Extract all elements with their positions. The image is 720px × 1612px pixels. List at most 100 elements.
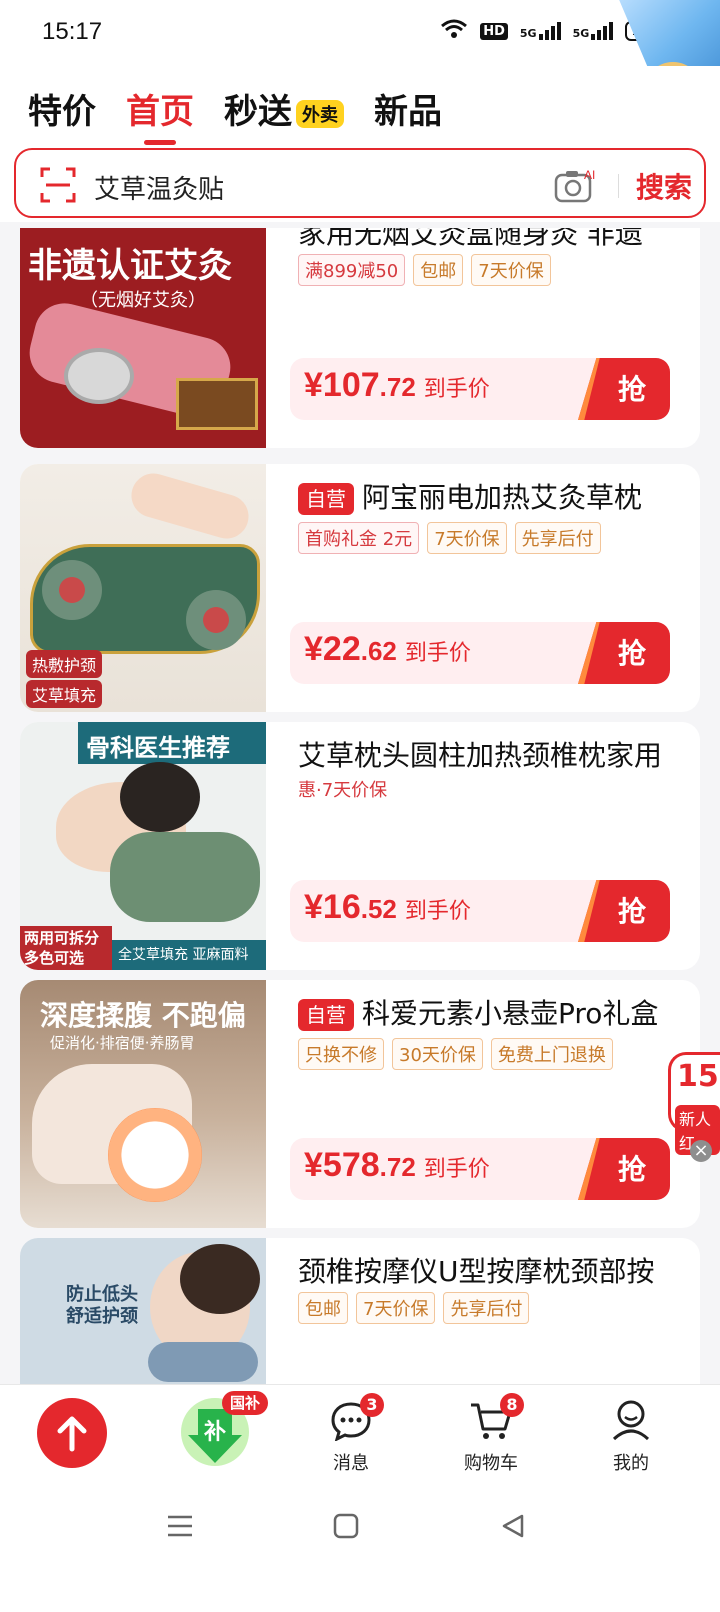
product-card[interactable]: 非遗认证艾灸 （无烟好艾灸） 家用无烟艾灸盒随身灸 非遗 满899减50 包邮 … [20, 228, 700, 448]
product-tags: 首购礼金 2元 7天价保 先享后付 [298, 522, 601, 554]
menu-icon[interactable] [166, 1514, 194, 1538]
self-run-badge: 自营 [298, 483, 354, 515]
certificate-image [176, 378, 258, 430]
nav-messages[interactable]: 3 消息 [296, 1385, 406, 1489]
back-icon[interactable] [500, 1513, 526, 1539]
product-tag: 7天价保 [427, 522, 507, 554]
camera-icon[interactable]: AI [554, 167, 596, 203]
product-tag: 7天价保 [471, 254, 551, 286]
product-image-badge: 热敷护颈 [26, 650, 103, 678]
search-bar[interactable]: 艾草温灸贴 AI 搜索 [14, 148, 706, 218]
product-image-headline: 非遗认证艾灸 [28, 246, 232, 286]
product-photo-hair [180, 1244, 260, 1314]
grab-label: 抢 [617, 373, 646, 406]
new-user-redpacket[interactable]: 15 新人红 [668, 1052, 720, 1155]
signal-icon-2: 5G [573, 22, 614, 40]
product-tags: 惠·7天价保 [298, 776, 387, 802]
product-image[interactable]: 深度揉腹 不跑偏 促消化·排宿便·养肠胃 [20, 980, 266, 1228]
product-image-badge: 艾草填充 [26, 680, 103, 708]
cart-count-badge: 8 [500, 1393, 524, 1417]
product-price: ¥22.62 到手价 [304, 630, 471, 668]
product-photo-pillow [110, 832, 260, 922]
nav-label: 购物车 [464, 1453, 518, 1474]
hd-icon: HD [480, 22, 508, 40]
nav-label: 我的 [613, 1453, 649, 1474]
bottom-nav: 补 国补 3 消息 8 购物车 我的 [0, 1384, 720, 1488]
tab-new[interactable]: 新品 [374, 84, 442, 133]
clock: 15:17 [42, 18, 103, 45]
product-image-subline: 舒适护颈 [66, 1306, 138, 1327]
product-tag: 首购礼金 2元 [298, 522, 420, 554]
close-icon[interactable]: × [690, 1140, 712, 1162]
product-image-subline: （无烟好艾灸） [80, 290, 206, 311]
product-title[interactable]: 颈椎按摩仪U型按摩枕颈部按 [298, 1254, 684, 1290]
price-box[interactable]: ¥22.62 到手价 抢 [290, 622, 670, 684]
product-tags: 包邮 7天价保 先享后付 [298, 1292, 530, 1324]
product-tag: 满899减50 [298, 254, 406, 286]
product-tag: 免费上门退换 [490, 1038, 613, 1070]
nav-subsidy[interactable]: 补 国补 [160, 1385, 270, 1489]
grab-label: 抢 [617, 1153, 646, 1186]
search-input[interactable]: 艾草温灸贴 [94, 169, 224, 206]
product-tag: 包邮 [298, 1292, 348, 1324]
product-image[interactable]: 热敷护颈 艾草填充 [20, 464, 266, 712]
product-feed[interactable]: 非遗认证艾灸 （无烟好艾灸） 家用无烟艾灸盒随身灸 非遗 满899减50 包邮 … [0, 228, 720, 1422]
signal-icon: 5G [520, 22, 561, 40]
home-icon[interactable] [333, 1513, 359, 1539]
product-image-headline: 深度揉腹 不跑偏 [40, 999, 246, 1032]
product-photo-device [108, 1108, 202, 1202]
product-tag: 30天价保 [392, 1038, 483, 1070]
grab-label: 抢 [617, 637, 646, 670]
self-run-badge: 自营 [298, 999, 354, 1031]
search-button[interactable]: 搜索 [636, 166, 692, 206]
product-title[interactable]: 自营 阿宝丽电加热艾灸草枕 [298, 480, 684, 516]
price-box[interactable]: ¥107.72 到手价 抢 [290, 358, 670, 420]
price-box[interactable]: ¥578.72 到手价 抢 [290, 1138, 670, 1200]
product-card[interactable]: 热敷护颈 艾草填充 自营 阿宝丽电加热艾灸草枕 首购礼金 2元 7天价保 先享后付… [20, 464, 700, 712]
product-tag: 先享后付 [514, 522, 601, 554]
ai-badge: AI [584, 168, 595, 182]
product-tags: 满899减50 包邮 7天价保 [298, 254, 551, 286]
product-title[interactable]: 自营 科爱元素小悬壶Pro礼盒 [298, 996, 684, 1032]
product-title[interactable]: 艾草枕头圆柱加热颈椎枕家用 [298, 738, 684, 774]
product-photo-hair [120, 762, 200, 832]
system-nav-bar [0, 1488, 720, 1612]
product-tag: 包邮 [413, 254, 464, 286]
channel-tabs: 特价 首页 秒送 外卖 新品 [28, 84, 442, 145]
product-price: ¥578.72 到手价 [304, 1146, 490, 1184]
svg-text:补: 补 [203, 1420, 226, 1445]
product-image-caption: 两用可拆分 多色可选 [20, 926, 112, 970]
header: 特价 首页 秒送 外卖 新品 艾草温灸贴 AI 搜索 [0, 66, 720, 222]
product-tag: 只换不修 [298, 1038, 384, 1070]
product-title[interactable]: 家用无烟艾灸盒随身灸 非遗 [298, 228, 684, 252]
nav-back-to-top[interactable] [16, 1385, 126, 1489]
tab-deals[interactable]: 特价 [28, 84, 96, 133]
grab-label: 抢 [617, 895, 646, 928]
search-divider [618, 174, 619, 198]
product-image-headline: 骨科医生推荐 [78, 722, 266, 764]
product-image-caption: 全艾草填充 亚麻面料 [112, 940, 266, 970]
product-card[interactable]: 深度揉腹 不跑偏 促消化·排宿便·养肠胃 自营 科爱元素小悬壶Pro礼盒 只换不修… [20, 980, 700, 1228]
wifi-icon [440, 18, 468, 44]
product-photo-device [148, 1342, 258, 1382]
nav-profile[interactable]: 我的 [576, 1385, 686, 1489]
pillow-pattern [42, 560, 102, 620]
takeout-badge: 外卖 [296, 99, 344, 128]
product-tag: 惠·7天价保 [298, 780, 388, 801]
tab-instant-delivery[interactable]: 秒送 外卖 [224, 84, 344, 133]
product-image[interactable]: 非遗认证艾灸 （无烟好艾灸） [20, 228, 266, 448]
product-image[interactable]: 骨科医生推荐 两用可拆分 多色可选 全艾草填充 亚麻面料 [20, 722, 266, 970]
message-count-badge: 3 [360, 1393, 384, 1417]
product-photo-person [126, 468, 254, 544]
product-image-subline: 促消化·排宿便·养肠胃 [50, 1034, 195, 1052]
product-tag: 先享后付 [443, 1292, 530, 1324]
tab-home[interactable]: 首页 [126, 84, 194, 145]
price-box[interactable]: ¥16.52 到手价 抢 [290, 880, 670, 942]
product-photo-device [64, 348, 134, 404]
scan-icon[interactable] [40, 167, 76, 203]
product-tags: 只换不修 30天价保 免费上门退换 [298, 1038, 613, 1070]
arrow-up-icon[interactable] [36, 1397, 108, 1469]
nav-cart[interactable]: 8 购物车 [436, 1385, 546, 1489]
profile-icon [612, 1400, 650, 1441]
product-card[interactable]: 骨科医生推荐 两用可拆分 多色可选 全艾草填充 亚麻面料 艾草枕头圆柱加热颈椎枕… [20, 722, 700, 970]
